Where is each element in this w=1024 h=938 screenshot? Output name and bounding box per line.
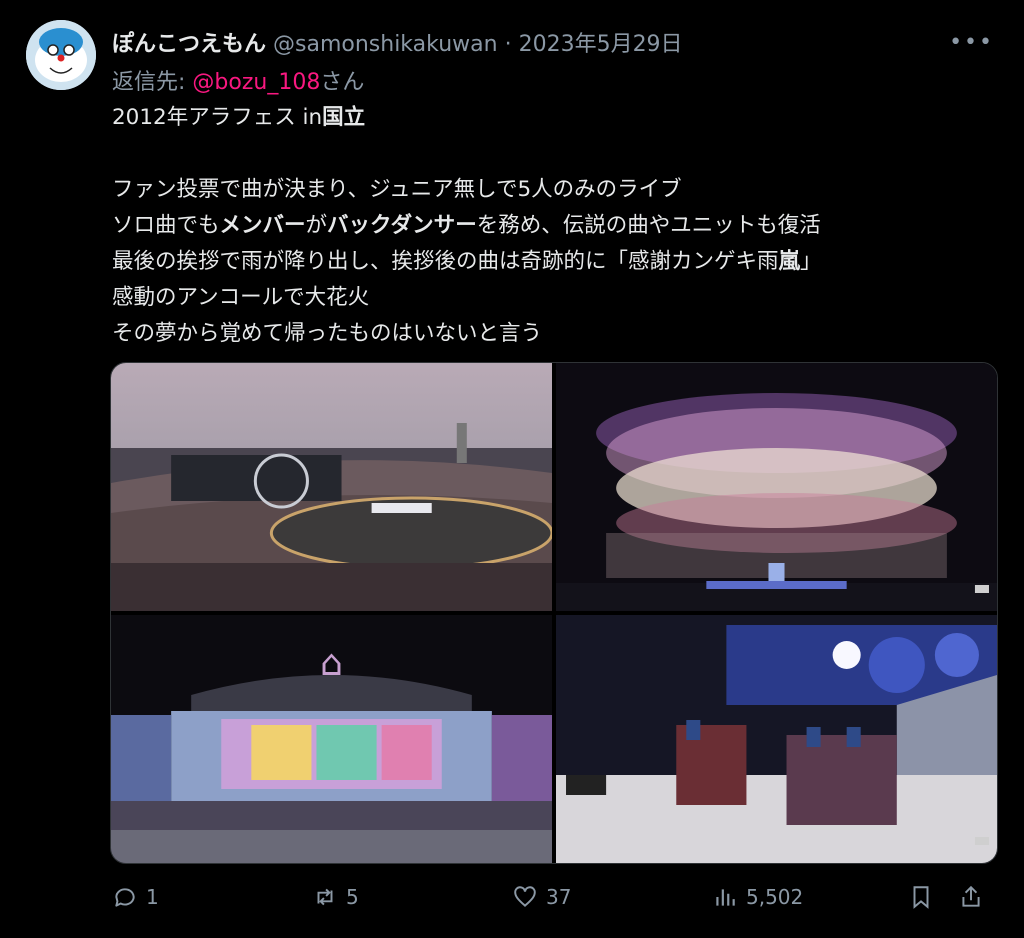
tweet-line: ソロ曲でもメンバーがバックダンサーを務め、伝説の曲やユニットも復活 <box>112 213 821 238</box>
reply-mention[interactable]: @bozu_108 <box>192 70 320 95</box>
bookmark-button[interactable] <box>908 884 934 910</box>
separator: · <box>504 32 512 57</box>
avatar[interactable] <box>26 20 96 90</box>
retweet-count: 5 <box>346 885 359 909</box>
tweet-line: 最後の挨拶で雨が降り出し、挨拶後の曲は奇跡的に「感謝カンゲキ雨嵐」 <box>112 249 822 274</box>
bookmark-icon <box>913 886 929 909</box>
replying-label: 返信先: <box>112 70 186 95</box>
like-button[interactable]: 37 <box>512 884 571 910</box>
user-handle[interactable]: @samonshikakuwan <box>273 32 498 57</box>
replying-to: 返信先: @bozu_108さん <box>112 64 364 96</box>
like-count: 37 <box>546 885 572 909</box>
tweet-line: 2012年アラフェス in国立 <box>112 105 366 130</box>
tweet-text: 2012年アラフェス in国立ファン投票で曲が決まり、ジュニア無しで5人のみのラ… <box>112 100 992 352</box>
replying-suffix: さん <box>320 70 365 95</box>
tweet-line <box>112 136 992 172</box>
tweet-line: ファン投票で曲が決まり、ジュニア無しで5人のみのライブ <box>112 177 682 202</box>
reply-count: 1 <box>146 885 159 909</box>
tweet-line: 感動のアンコールで大花火 <box>112 285 370 310</box>
svg-text:⌂: ⌂ <box>320 643 343 684</box>
reply-button[interactable]: 1 <box>112 884 159 910</box>
display-name[interactable]: ぽんこつえもん <box>112 32 266 57</box>
tweet-header: ぽんこつえもん @samonshikakuwan · 2023年5月29日 <box>112 26 1004 57</box>
views-button[interactable]: 5,502 <box>712 884 803 910</box>
view-count: 5,502 <box>746 885 804 909</box>
dancers-photo[interactable] <box>556 615 997 863</box>
action-bar: 1 5 37 5,502 <box>112 884 994 920</box>
retweet-button[interactable]: 5 <box>312 884 359 910</box>
heart-icon <box>514 886 536 907</box>
stadium-photo[interactable] <box>111 363 552 611</box>
stage-photo[interactable]: ⌂ <box>111 615 552 863</box>
share-button[interactable] <box>958 884 984 910</box>
tweet-date[interactable]: 2023年5月29日 <box>519 32 683 57</box>
fireworks-photo[interactable] <box>556 363 997 611</box>
views-icon <box>716 889 735 906</box>
reply-icon <box>115 888 135 907</box>
tweet-line: その夢から覚めて帰ったものはいないと言う <box>112 321 543 346</box>
share-icon <box>962 885 980 907</box>
retweet-icon <box>317 888 333 906</box>
media-grid: ⌂ <box>110 362 998 864</box>
more-options-icon[interactable]: ••• <box>949 30 994 55</box>
